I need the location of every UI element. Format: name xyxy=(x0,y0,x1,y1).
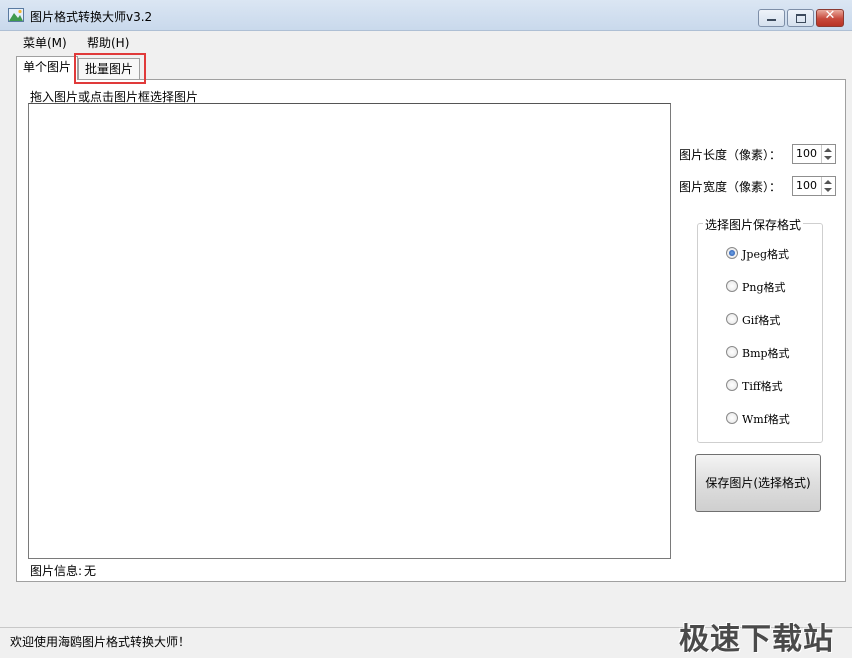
title-bar[interactable]: 图片格式转换大师v3.2 ✕ xyxy=(0,0,852,31)
down-arrow-icon[interactable] xyxy=(824,156,832,160)
tab-single-image[interactable]: 单个图片 xyxy=(16,56,79,80)
radio-label: Tiff格式 xyxy=(742,380,783,393)
save-image-button[interactable]: 保存图片(选择格式) xyxy=(695,454,821,512)
format-groupbox: 选择图片保存格式 Jpeg格式 Png格式 Gif格式 Bmp格式 Tiff格式 xyxy=(697,216,823,443)
width-stepper[interactable]: 100 xyxy=(792,176,836,196)
window-controls: ✕ xyxy=(758,8,844,27)
menu-item-menu[interactable]: 菜单(M) xyxy=(23,34,67,51)
radio-icon[interactable] xyxy=(726,346,738,358)
close-icon: ✕ xyxy=(824,8,836,23)
radio-checked-icon[interactable] xyxy=(726,247,738,259)
down-arrow-icon[interactable] xyxy=(824,188,832,192)
app-window: 图片格式转换大师v3.2 ✕ 菜单(M) 帮助(H) 单个图片 批量图片 拖入图… xyxy=(0,0,852,658)
length-stepper[interactable]: 100 xyxy=(792,144,836,164)
radio-label: Wmf格式 xyxy=(742,413,790,426)
window-title: 图片格式转换大师v3.2 xyxy=(30,10,153,24)
minimize-button[interactable] xyxy=(758,9,785,27)
length-label: 图片长度（像素）： xyxy=(679,148,782,162)
width-value: 100 xyxy=(796,179,817,192)
app-image-icon xyxy=(8,8,24,22)
status-text: 欢迎使用海鸥图片格式转换大师！ xyxy=(10,635,191,649)
radio-label: Gif格式 xyxy=(742,314,781,327)
radio-label: Png格式 xyxy=(742,281,786,294)
image-drop-box[interactable] xyxy=(28,103,671,559)
width-label: 图片宽度（像素）： xyxy=(679,180,782,194)
highlight-box xyxy=(74,53,146,84)
width-stepper-arrows[interactable] xyxy=(821,177,835,195)
menu-item-help[interactable]: 帮助(H) xyxy=(87,34,129,51)
radio-label: Jpeg格式 xyxy=(742,248,790,261)
length-value: 100 xyxy=(796,147,817,160)
minimize-icon xyxy=(767,19,776,21)
maximize-button[interactable] xyxy=(787,9,814,27)
image-info-label: 图片信息: xyxy=(30,564,83,578)
tab-panel-single-image: 拖入图片或点击图片框选择图片 图片信息: 无 图片长度（像素）： 100 图片宽度… xyxy=(16,79,846,582)
status-bar: 欢迎使用海鸥图片格式转换大师！ 极速下载站 xyxy=(0,622,852,658)
radio-icon[interactable] xyxy=(726,412,738,424)
close-button[interactable]: ✕ xyxy=(816,8,844,27)
format-group-title: 选择图片保存格式 xyxy=(703,216,804,233)
radio-icon[interactable] xyxy=(726,280,738,292)
radio-label: Bmp格式 xyxy=(742,347,790,360)
image-info: 图片信息: 无 xyxy=(30,562,96,579)
up-arrow-icon[interactable] xyxy=(824,180,832,184)
image-info-value: 无 xyxy=(84,564,97,578)
maximize-icon xyxy=(796,14,806,23)
menu-bar: 菜单(M) 帮助(H) xyxy=(0,31,852,51)
radio-icon[interactable] xyxy=(726,313,738,325)
watermark: 极速下载站 xyxy=(679,622,834,657)
up-arrow-icon[interactable] xyxy=(824,148,832,152)
radio-icon[interactable] xyxy=(726,379,738,391)
length-stepper-arrows[interactable] xyxy=(821,145,835,163)
